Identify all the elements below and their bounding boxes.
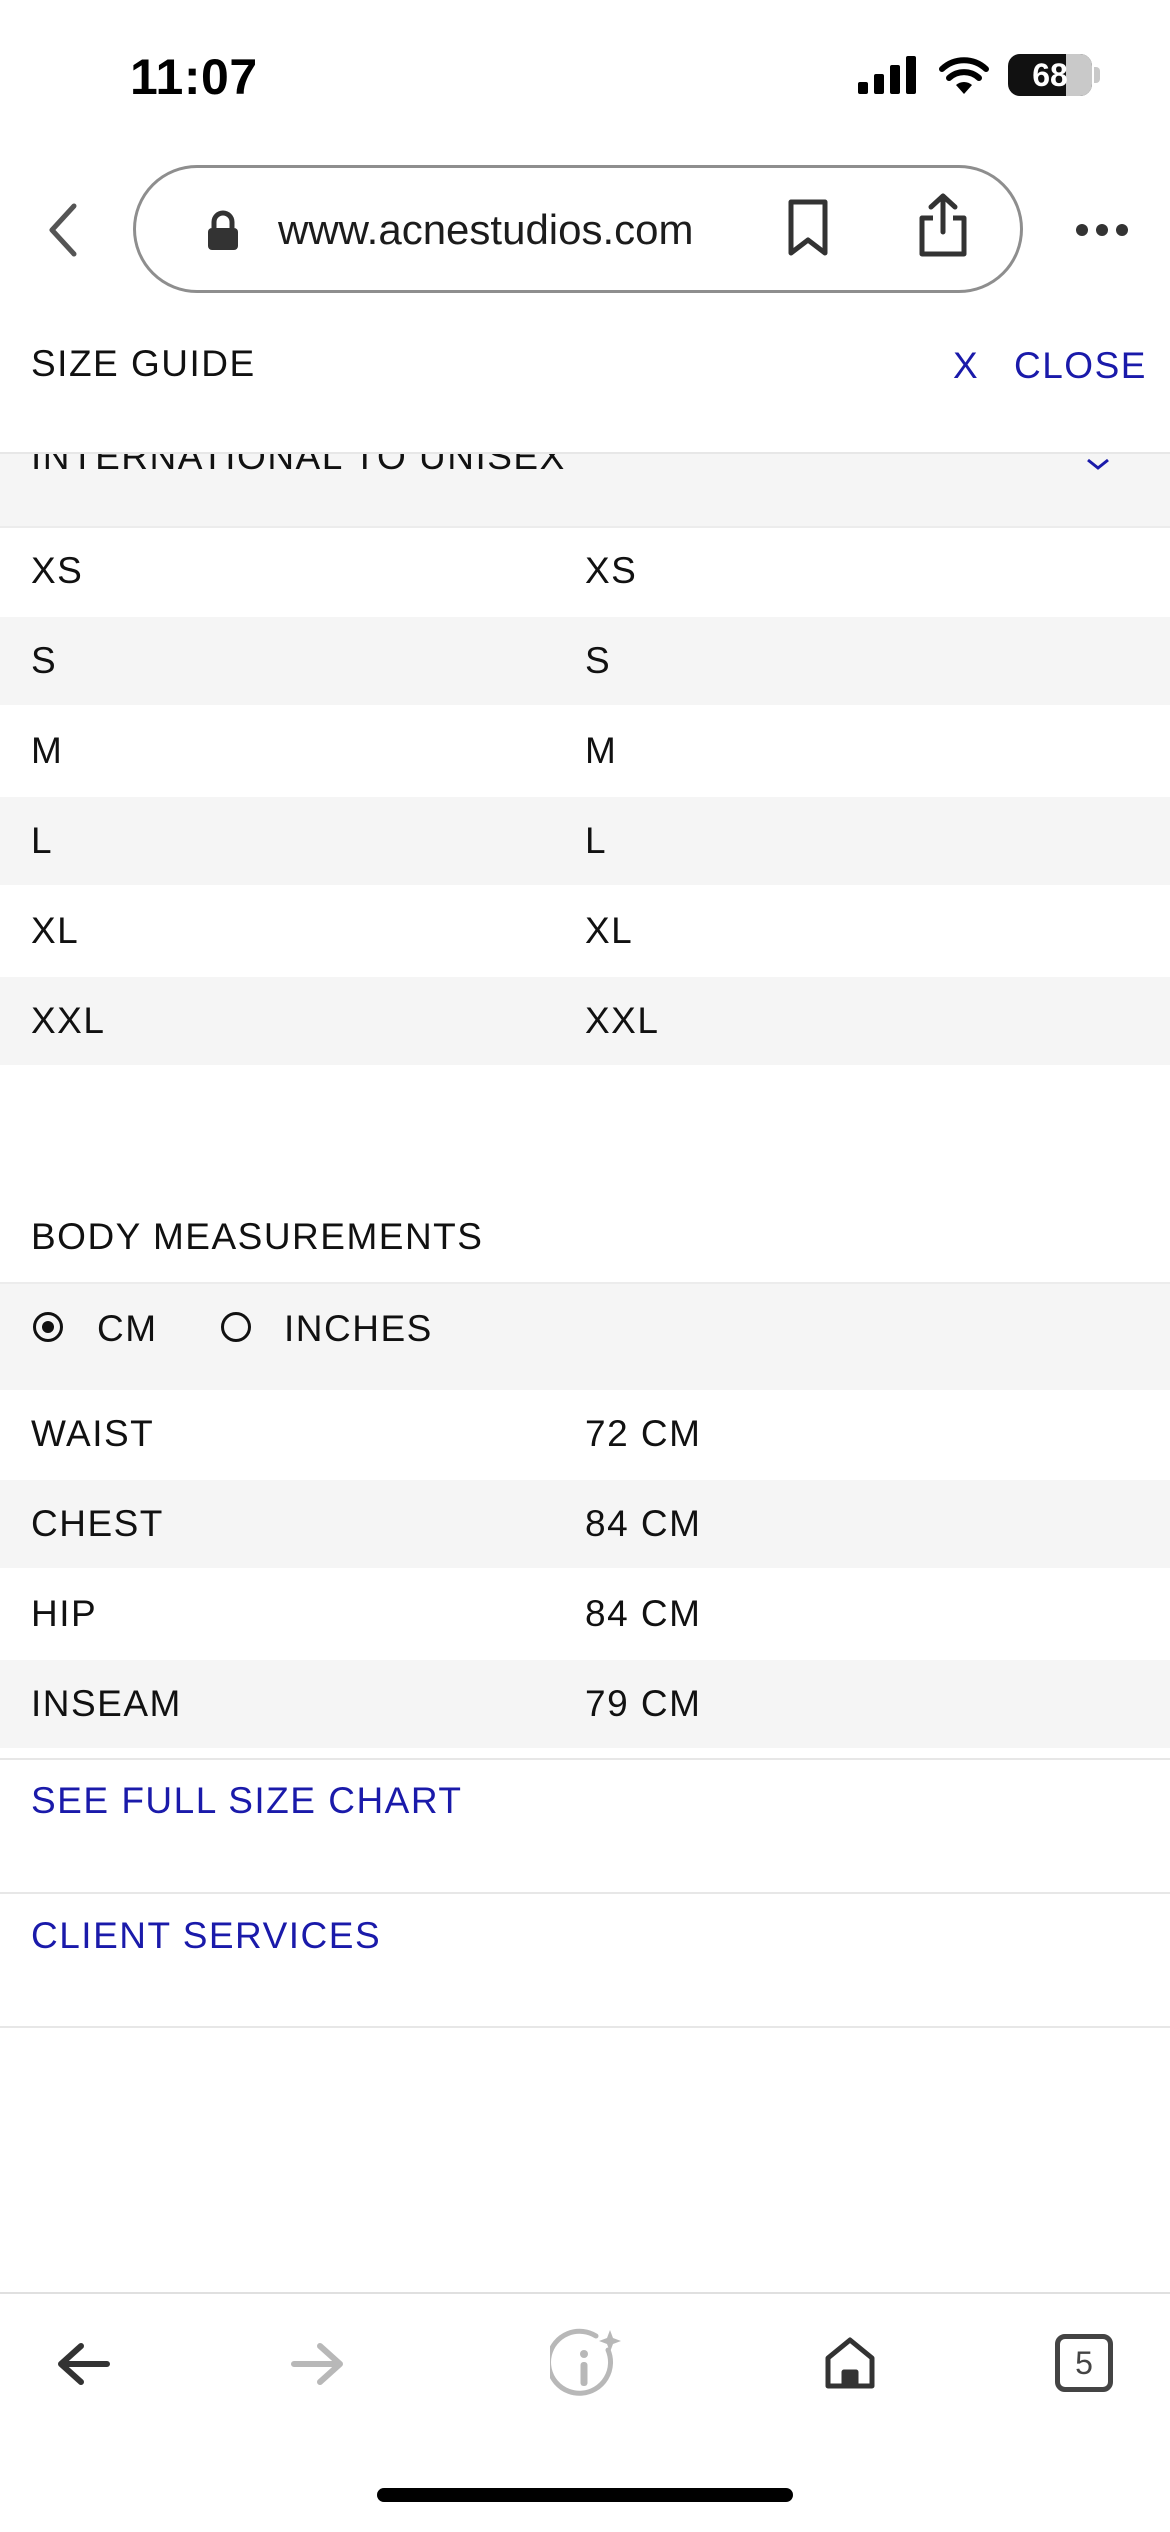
measurement-name: WAIST — [31, 1413, 155, 1454]
client-services-link[interactable]: CLIENT SERVICES — [31, 1915, 381, 1957]
lock-icon — [208, 210, 238, 250]
measurement-value: 72 CM — [585, 1413, 702, 1454]
measurement-name: HIP — [31, 1593, 98, 1634]
international-size: L — [31, 820, 54, 861]
international-size: XS — [31, 550, 84, 591]
chevron-down-icon — [1087, 458, 1109, 470]
divider — [0, 2026, 1170, 2028]
battery-level: 68 — [1032, 56, 1068, 93]
conversion-header: INTERNATIONAL TO UNISEX — [31, 454, 566, 477]
unisex-size: XS — [585, 550, 638, 591]
back-chevron-icon[interactable] — [40, 200, 90, 260]
measurement-row: INSEAM 79 CM — [0, 1660, 1170, 1748]
table-row: S S — [0, 617, 1170, 705]
measurement-row: HIP 84 CM — [0, 1570, 1170, 1658]
unit-selector: CM INCHES — [0, 1282, 1170, 1390]
address-bar[interactable]: www.acnestudios.com — [133, 165, 1023, 293]
bookmark-icon[interactable] — [786, 198, 830, 258]
table-row: XS XS — [0, 527, 1170, 615]
unisex-size: L — [585, 820, 608, 861]
url-text: www.acnestudios.com — [278, 206, 694, 253]
signal-icon — [858, 56, 916, 94]
measurement-value: 79 CM — [585, 1683, 702, 1724]
unisex-size: XXL — [585, 1000, 660, 1041]
divider — [0, 1758, 1170, 1760]
forward-arrow-icon[interactable] — [290, 2340, 346, 2388]
status-icons: 68 — [858, 54, 1100, 96]
tab-count: 5 — [1075, 2344, 1093, 2381]
close-button[interactable]: CLOSE — [1014, 345, 1147, 387]
international-size: XL — [31, 910, 80, 951]
divider — [0, 1892, 1170, 1894]
measurement-value: 84 CM — [585, 1503, 702, 1544]
measurement-value: 84 CM — [585, 1593, 702, 1634]
home-indicator — [377, 2488, 793, 2502]
body-measurements-title: BODY MEASUREMENTS — [31, 1216, 484, 1257]
cm-label[interactable]: CM — [97, 1308, 158, 1350]
see-full-size-chart-link[interactable]: SEE FULL SIZE CHART — [31, 1780, 463, 1822]
back-arrow-icon[interactable] — [55, 2340, 111, 2388]
share-icon[interactable] — [916, 192, 970, 258]
unisex-size: S — [585, 640, 612, 681]
table-row: XXL XXL — [0, 977, 1170, 1065]
tabs-icon[interactable]: 5 — [1055, 2334, 1113, 2392]
home-icon[interactable] — [822, 2334, 878, 2392]
international-size: M — [31, 730, 64, 771]
unisex-size: M — [585, 730, 618, 771]
measurement-name: INSEAM — [31, 1683, 182, 1724]
size-guide-title: SIZE GUIDE — [31, 343, 256, 384]
status-time: 11:07 — [130, 49, 258, 105]
table-row: M M — [0, 707, 1170, 795]
measurement-row: WAIST 72 CM — [0, 1390, 1170, 1478]
international-size: S — [31, 640, 58, 681]
table-row: XL XL — [0, 887, 1170, 975]
table-row: L L — [0, 797, 1170, 885]
close-x-button[interactable]: X — [953, 345, 978, 387]
unisex-size: XL — [585, 910, 634, 951]
measurement-name: CHEST — [31, 1503, 164, 1544]
wifi-icon — [939, 57, 989, 94]
cm-radio[interactable] — [33, 1312, 63, 1342]
info-sparkle-icon[interactable] — [550, 2328, 624, 2402]
inches-radio[interactable] — [221, 1312, 251, 1342]
measurement-row: CHEST 84 CM — [0, 1480, 1170, 1568]
more-icon[interactable] — [1074, 210, 1130, 250]
international-size: XXL — [31, 1000, 106, 1041]
inches-label[interactable]: INCHES — [284, 1308, 433, 1350]
conversion-dropdown[interactable]: INTERNATIONAL TO UNISEX — [0, 454, 1170, 526]
battery-icon: 68 — [1008, 54, 1100, 96]
